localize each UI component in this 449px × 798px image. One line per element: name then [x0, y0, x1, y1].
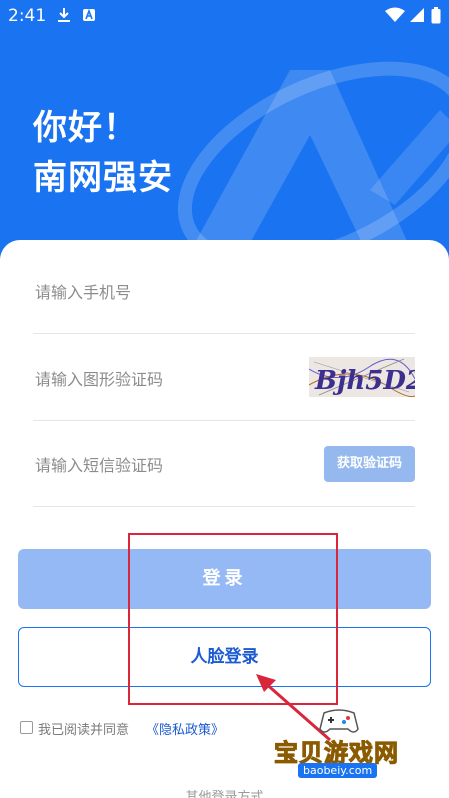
greeting-line-1: 你好！ [33, 108, 138, 148]
agreement-text: 我已阅读并同意 [38, 723, 130, 738]
get-sms-code-button[interactable]: 获取验证码 [324, 446, 415, 482]
phone-field[interactable]: 请输入手机号 [33, 248, 415, 334]
gamepad-icon [319, 709, 359, 733]
sms-placeholder: 请输入短信验证码 [35, 455, 164, 475]
captcha-text: Bjh5D2 [314, 366, 415, 396]
status-time: 2:41 [8, 6, 47, 26]
captcha-noise: Bjh5D2 [309, 358, 415, 397]
captcha-field[interactable]: 请输入图形验证码 Bjh5D2 [33, 335, 415, 421]
captcha-placeholder: 请输入图形验证码 [35, 369, 164, 389]
wifi-icon [385, 7, 405, 22]
phone-placeholder: 请输入手机号 [35, 282, 132, 302]
watermark: 宝贝游戏网 baobeiy.com [268, 705, 428, 785]
captcha-image[interactable]: Bjh5D2 [309, 357, 415, 397]
notification-app-icon [83, 8, 95, 21]
download-icon [58, 8, 70, 22]
sms-code-field[interactable]: 请输入短信验证码 获取验证码 [33, 421, 415, 507]
signal-icon [410, 8, 424, 22]
brand-logo-icon [177, 61, 449, 270]
watermark-domain: baobeiy.com [298, 763, 378, 778]
status-bar: 2:41 [0, 0, 449, 32]
battery-icon [431, 7, 441, 24]
greeting-line-2: 南网强安 [33, 158, 173, 198]
privacy-policy-link[interactable]: 《隐私政策》 [146, 719, 224, 738]
agree-checkbox[interactable] [20, 721, 33, 734]
other-login-methods-label: 其他登录方式 [185, 790, 264, 798]
